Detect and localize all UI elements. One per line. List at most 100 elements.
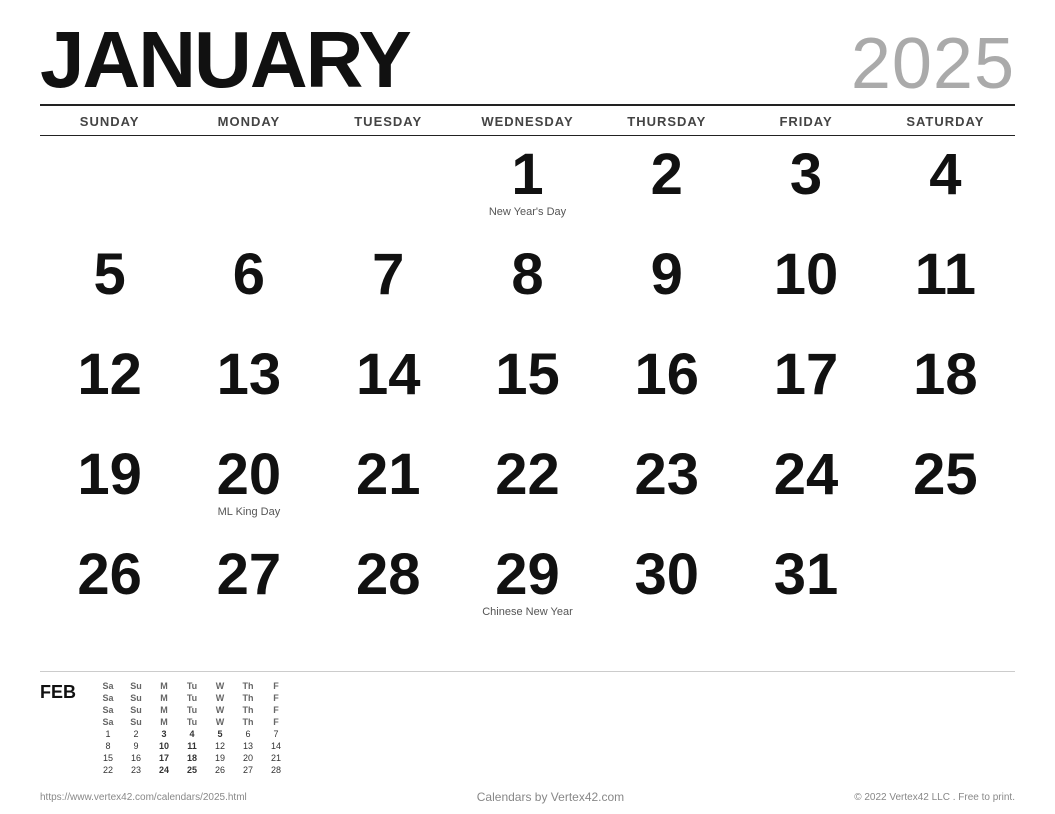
day-number: 25	[880, 446, 1011, 504]
day-cell: 12	[40, 336, 179, 436]
day-cell: 8	[458, 236, 597, 336]
day-cell: 25	[876, 436, 1015, 536]
day-cell: 21	[319, 436, 458, 536]
mini-cal-header: F	[262, 692, 290, 704]
mini-cal-day: 15	[94, 752, 122, 764]
day-cell: 15	[458, 336, 597, 436]
mini-cal-day: 8	[94, 740, 122, 752]
mini-cal-day: 19	[206, 752, 234, 764]
day-number: 5	[44, 246, 175, 304]
mini-cal-header: Su	[122, 704, 150, 716]
day-cell	[319, 136, 458, 236]
mini-cal-day: 4	[178, 728, 206, 740]
day-number: 20	[183, 446, 314, 504]
day-number: 6	[183, 246, 314, 304]
day-cell: 17	[736, 336, 875, 436]
day-header: THURSDAY	[597, 108, 736, 136]
month-title: JANUARY	[40, 20, 410, 100]
footer-url: https://www.vertex42.com/calendars/2025.…	[40, 792, 247, 803]
day-number: 19	[44, 446, 175, 504]
mini-cal-day: 10	[150, 740, 178, 752]
mini-cal-day: 25	[178, 764, 206, 776]
day-cell: 28	[319, 536, 458, 636]
day-number: 31	[740, 546, 871, 604]
mini-cal-header: Su	[122, 716, 150, 728]
mini-cal-header: F	[262, 716, 290, 728]
mini-cal-day: 22	[94, 764, 122, 776]
mini-cal-day: 20	[234, 752, 262, 764]
mini-cal-header: F	[262, 680, 290, 692]
mini-cal-header: W	[206, 680, 234, 692]
day-number: 18	[880, 346, 1011, 404]
mini-cal-day: 11	[178, 740, 206, 752]
day-number: 24	[740, 446, 871, 504]
day-cell: 10	[736, 236, 875, 336]
day-number: 30	[601, 546, 732, 604]
mini-cal-header: M	[150, 692, 178, 704]
day-event: New Year's Day	[462, 206, 593, 219]
mini-cal-day: 26	[206, 764, 234, 776]
mini-cal-header: Tu	[178, 680, 206, 692]
day-cell: 22	[458, 436, 597, 536]
mini-cal-header: Sa	[94, 704, 122, 716]
mini-cal-header: F	[262, 704, 290, 716]
day-event: ML King Day	[183, 506, 314, 519]
day-header: TUESDAY	[319, 108, 458, 136]
footer-copyright: © 2022 Vertex42 LLC . Free to print.	[854, 792, 1015, 803]
mini-cal-day: 9	[122, 740, 150, 752]
calendar-container: JANUARY 20 25 SUNDAYMONDAYTUESDAYWEDNESDA…	[0, 0, 1055, 646]
mini-cal-day: 17	[150, 752, 178, 764]
mini-cal-header: Su	[122, 692, 150, 704]
day-cell: 3	[736, 136, 875, 236]
mini-cal-header: Tu	[178, 704, 206, 716]
day-cell: 14	[319, 336, 458, 436]
day-header: WEDNESDAY	[458, 108, 597, 136]
day-cell: 7	[319, 236, 458, 336]
day-number: 15	[462, 346, 593, 404]
day-headers-grid: SUNDAYMONDAYTUESDAYWEDNESDAYTHURSDAYFRID…	[40, 108, 1015, 136]
mini-cal-day: 21	[262, 752, 290, 764]
days-grid: 1New Year's Day2345678910111213141516171…	[40, 136, 1015, 636]
day-event: Chinese New Year	[462, 606, 593, 619]
day-number: 14	[323, 346, 454, 404]
day-cell	[876, 536, 1015, 636]
day-number: 22	[462, 446, 593, 504]
day-header: MONDAY	[179, 108, 318, 136]
mini-calendar-section: FEB SaSuMTuWThFSaSuMTuWThFSaSuMTuWThFSaS…	[40, 671, 1015, 776]
day-number: 17	[740, 346, 871, 404]
day-number: 26	[44, 546, 175, 604]
day-cell: 13	[179, 336, 318, 436]
footer-bar: https://www.vertex42.com/calendars/2025.…	[40, 790, 1015, 804]
day-cell: 11	[876, 236, 1015, 336]
mini-cal-day: 6	[234, 728, 262, 740]
mini-cal-header: Tu	[178, 716, 206, 728]
day-cell: 18	[876, 336, 1015, 436]
mini-cal-day: 1	[94, 728, 122, 740]
mini-cal-header: M	[150, 716, 178, 728]
day-cell: 31	[736, 536, 875, 636]
mini-cal-day: 13	[234, 740, 262, 752]
mini-cal-day: 23	[122, 764, 150, 776]
mini-cal-header: W	[206, 692, 234, 704]
mini-cal-header: Th	[234, 716, 262, 728]
day-number: 1	[462, 146, 593, 204]
header-divider	[40, 104, 1015, 106]
mini-cal-day: 2	[122, 728, 150, 740]
day-number: 7	[323, 246, 454, 304]
day-cell: 19	[40, 436, 179, 536]
day-cell: 26	[40, 536, 179, 636]
mini-cal-day: 5	[206, 728, 234, 740]
mini-cal-header: W	[206, 704, 234, 716]
day-cell: 23	[597, 436, 736, 536]
day-number: 10	[740, 246, 871, 304]
footer-center: Calendars by Vertex42.com	[477, 790, 624, 804]
day-cell: 16	[597, 336, 736, 436]
mini-cal-day: 16	[122, 752, 150, 764]
day-header: SUNDAY	[40, 108, 179, 136]
day-header: SATURDAY	[876, 108, 1015, 136]
mini-cal-day: 24	[150, 764, 178, 776]
mini-cal-header: Sa	[94, 680, 122, 692]
day-cell: 5	[40, 236, 179, 336]
day-number: 11	[880, 246, 1011, 304]
day-number: 23	[601, 446, 732, 504]
